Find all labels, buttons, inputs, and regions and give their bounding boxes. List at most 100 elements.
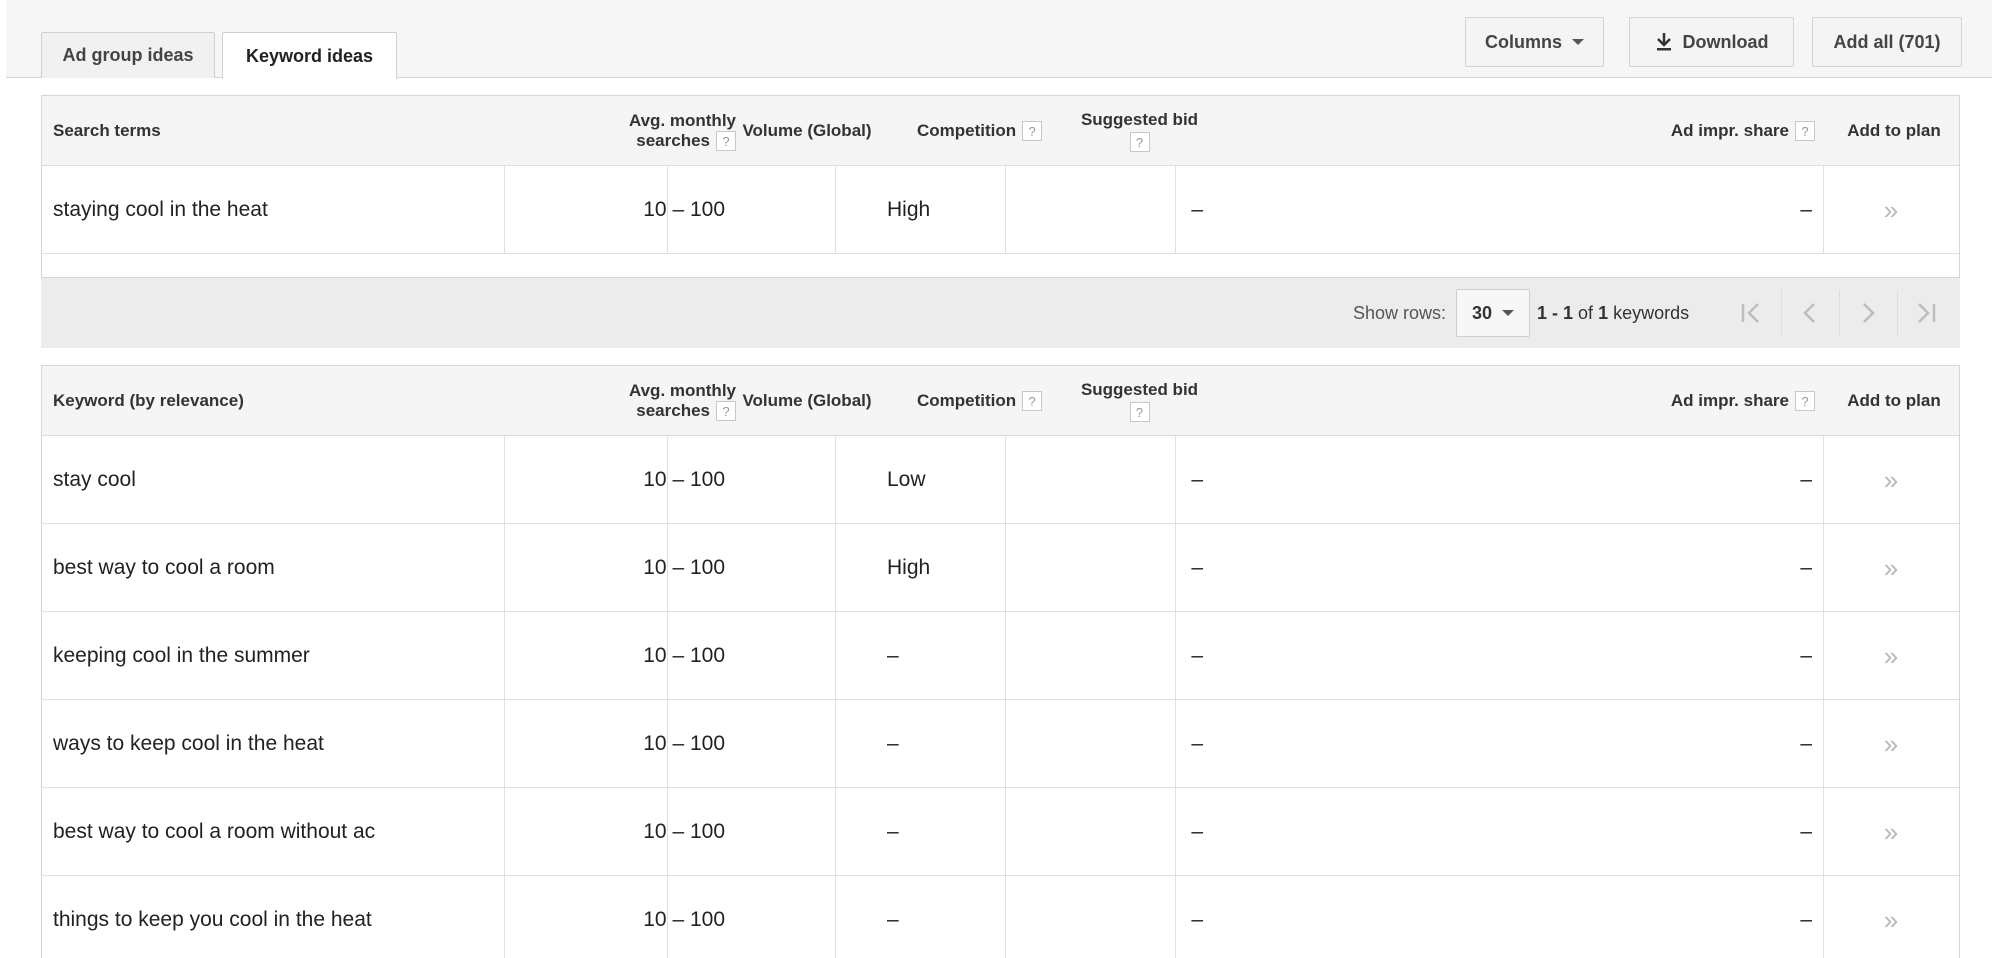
row-volume [695, 524, 865, 612]
row-term: keeping cool in the summer [53, 644, 310, 667]
row-ad-impr-share: – [1800, 198, 1812, 221]
row-volume [695, 612, 865, 700]
download-label: Download [1682, 31, 1769, 52]
row-competition: – [887, 644, 899, 667]
first-page-icon[interactable] [1723, 290, 1779, 336]
toolbar: Ad group ideas Keyword ideas Columns Dow… [6, 0, 1992, 79]
row-ad-impr-share: – [1800, 556, 1812, 579]
double-chevron-right-icon[interactable]: » [1823, 524, 1959, 612]
row-suggested-bid: – [1191, 820, 1203, 843]
row-suggested-bid: – [1191, 556, 1203, 579]
double-chevron-right-icon[interactable]: » [1823, 876, 1959, 958]
tab-keyword-ideas[interactable]: Keyword ideas [222, 32, 397, 79]
row-term: ways to keep cool in the heat [53, 732, 324, 755]
row-suggested-bid: – [1191, 908, 1203, 931]
caret-down-icon [1502, 310, 1515, 316]
row-ad-impr-share: – [1800, 732, 1812, 755]
question-mark-icon[interactable]: ? [1022, 391, 1043, 411]
table-row: best way to cool a room without ac 10 – … [42, 788, 1959, 876]
row-competition: High [887, 198, 931, 221]
header-competition-label: Competition [917, 121, 1017, 140]
header-competition[interactable]: Competition ? [877, 366, 1057, 436]
header-add-to-plan: Add to plan [1847, 121, 1941, 140]
row-ad-impr-share: – [1800, 468, 1812, 491]
row-suggested-bid: – [1191, 198, 1203, 221]
header-keyword-by-relevance[interactable]: Keyword (by relevance) [53, 366, 244, 436]
question-mark-icon[interactable]: ? [1022, 121, 1043, 141]
pagination-of: of [1578, 302, 1594, 323]
double-chevron-right-icon[interactable]: » [1823, 436, 1959, 524]
table-header: Keyword (by relevance) Avg. monthly sear… [42, 366, 1959, 436]
row-suggested-bid: – [1191, 732, 1203, 755]
table-row: best way to cool a room 10 – 100 High – … [42, 524, 1959, 612]
header-ad-impr-share[interactable]: Ad impr. share ? [1622, 366, 1815, 436]
header-volume-global[interactable]: Volume (Global) [712, 96, 902, 166]
tab-ad-group-ideas[interactable]: Ad group ideas [41, 32, 215, 78]
header-search-terms[interactable]: Search terms [53, 96, 161, 166]
columns-button[interactable]: Columns [1465, 17, 1604, 67]
keyword-ideas-table: Keyword (by relevance) Avg. monthly sear… [41, 365, 1960, 958]
table-row: staying cool in the heat 10 – 100 High –… [42, 166, 1959, 254]
keyword-planner-page: Ad group ideas Keyword ideas Columns Dow… [0, 0, 1999, 958]
prev-page-icon[interactable] [1781, 290, 1837, 336]
row-competition: – [887, 820, 899, 843]
header-bid-line1: Suggested bid [1080, 110, 1199, 129]
row-term: staying cool in the heat [53, 198, 268, 221]
row-ad-impr-share: – [1800, 644, 1812, 667]
add-all-label: Add all (701) [1833, 31, 1941, 52]
header-ad-impr-label: Ad impr. share [1670, 121, 1789, 140]
table-row: keeping cool in the summer 10 – 100 – – … [42, 612, 1959, 700]
table-row: stay cool 10 – 100 Low – – » [42, 436, 1959, 524]
columns-label: Columns [1484, 31, 1562, 52]
header-suggested-bid[interactable]: Suggested bid ? [1062, 96, 1217, 166]
header-add-to-plan: Add to plan [1847, 391, 1941, 410]
row-volume [695, 788, 865, 876]
row-term: best way to cool a room [53, 556, 275, 579]
double-chevron-right-icon[interactable]: » [1823, 166, 1959, 254]
header-ad-impr-share[interactable]: Ad impr. share ? [1622, 96, 1815, 166]
row-ad-impr-share: – [1800, 820, 1812, 843]
question-mark-icon[interactable]: ? [1795, 391, 1815, 411]
pagination-total: 1 [1598, 302, 1609, 323]
row-suggested-bid: – [1191, 468, 1203, 491]
last-page-icon[interactable] [1897, 290, 1953, 336]
double-chevron-right-icon[interactable]: » [1823, 700, 1959, 788]
row-volume [695, 700, 865, 788]
question-mark-icon[interactable]: ? [1129, 132, 1150, 152]
table-row: things to keep you cool in the heat 10 –… [42, 876, 1959, 958]
header-avg-monthly-searches[interactable]: Avg. monthly searches? [562, 366, 736, 436]
show-rows-label: Show rows: [1353, 302, 1447, 323]
pagination-info: 1 - 1 of 1 keywords [1537, 278, 1689, 348]
header-competition-label: Competition [917, 391, 1017, 410]
row-ad-impr-share: – [1800, 908, 1812, 931]
download-icon [1656, 33, 1671, 51]
row-volume [695, 436, 865, 524]
header-bid-line1: Suggested bid [1080, 380, 1199, 399]
table-row: ways to keep cool in the heat 10 – 100 –… [42, 700, 1959, 788]
pagination-bar: Show rows: 30 1 - 1 of 1 keywords [41, 278, 1960, 348]
header-competition[interactable]: Competition ? [877, 96, 1057, 166]
double-chevron-right-icon[interactable]: » [1823, 788, 1959, 876]
search-terms-table: Search terms Avg. monthly searches? Volu… [41, 95, 1960, 278]
next-page-icon[interactable] [1839, 290, 1895, 336]
header-avg-line2: searches [636, 400, 710, 420]
question-mark-icon[interactable]: ? [1795, 121, 1815, 141]
caret-down-icon [1572, 39, 1584, 45]
row-competition: – [887, 732, 899, 755]
row-competition: High [887, 556, 931, 579]
rows-per-page-select[interactable]: 30 [1456, 289, 1530, 337]
header-suggested-bid[interactable]: Suggested bid ? [1062, 366, 1217, 436]
row-term: things to keep you cool in the heat [53, 908, 372, 931]
pagination-range: 1 - 1 [1537, 302, 1574, 323]
header-volume-global[interactable]: Volume (Global) [712, 366, 902, 436]
row-volume [695, 876, 865, 958]
add-all-button[interactable]: Add all (701) [1812, 17, 1962, 67]
download-button[interactable]: Download [1629, 17, 1794, 67]
row-term: best way to cool a room without ac [53, 820, 376, 843]
rows-per-page-value: 30 [1471, 302, 1493, 323]
row-competition: – [887, 908, 899, 931]
header-avg-monthly-searches[interactable]: Avg. monthly searches? [562, 96, 736, 166]
double-chevron-right-icon[interactable]: » [1823, 612, 1959, 700]
row-competition: Low [887, 468, 926, 491]
question-mark-icon[interactable]: ? [1129, 402, 1150, 422]
